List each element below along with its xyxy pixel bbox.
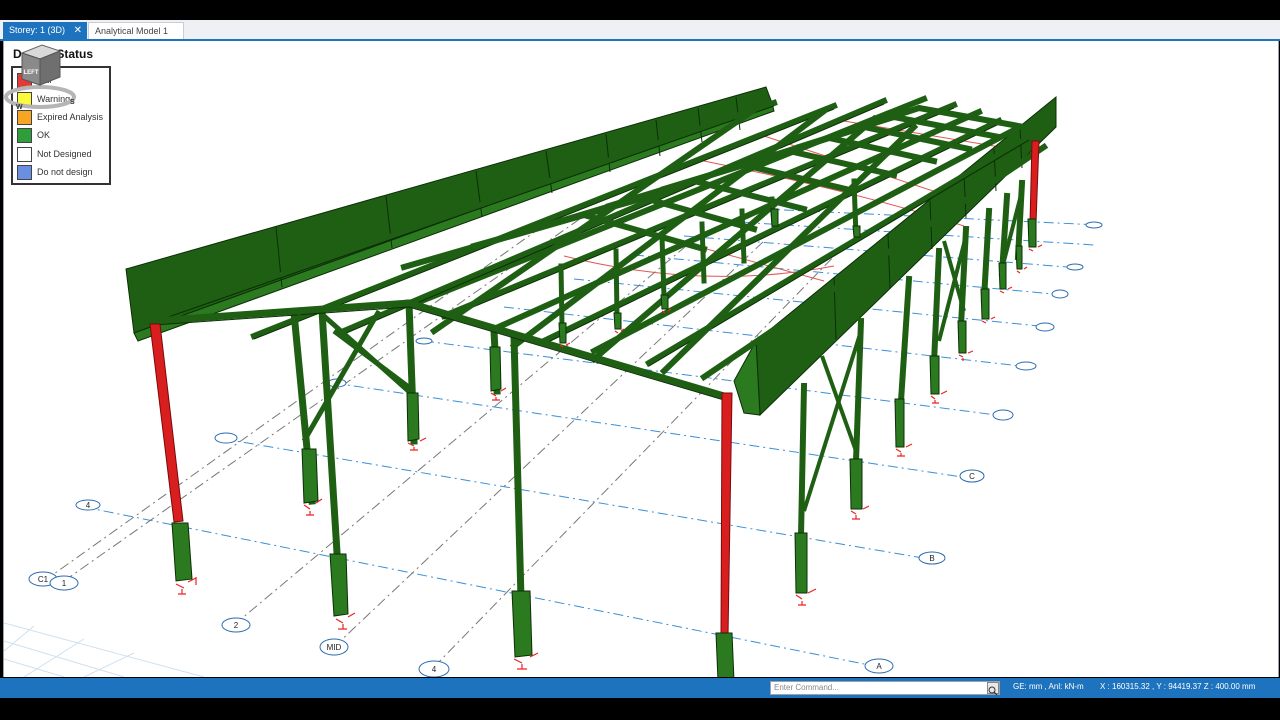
top-black-bar — [0, 0, 1280, 20]
not-designed-swatch — [17, 147, 32, 162]
legend-label: Expired Analysis — [37, 112, 104, 122]
structure-drawing: A B C 1 2 4 MID 4 C1 — [4, 86, 1103, 677]
bottom-black-bar — [0, 698, 1280, 720]
tab-label: Analytical Model 1 — [95, 26, 169, 36]
grid-label-a: A — [876, 662, 882, 671]
units-readout: GE: mm , Anl: kN-m — [1013, 682, 1084, 691]
tab-label: Storey: 1 (3D) — [9, 25, 66, 35]
viewcube-face-label: LEFT — [24, 70, 39, 76]
legend-label: Not Designed — [37, 149, 92, 159]
grid-label-b: B — [929, 554, 934, 563]
grid-label-mid: MID — [327, 643, 342, 652]
status-bar: Enter Command... GE: mm , Anl: kN-m X : … — [0, 678, 1280, 698]
grid-label-4a: 4 — [86, 501, 91, 510]
tab-analytical-model[interactable]: Analytical Model 1 — [88, 22, 184, 39]
do-not-design-swatch — [17, 165, 32, 180]
grid-label-2: 2 — [234, 621, 239, 630]
compass-w-label: W — [16, 104, 23, 111]
legend-label: OK — [37, 130, 51, 140]
ground-grid — [4, 622, 205, 677]
command-input[interactable]: Enter Command... — [770, 681, 1000, 695]
legend-label: Do not design — [37, 167, 93, 177]
document-tab-strip: Storey: 1 (3D) ✕ Analytical Model 1 — [0, 20, 1280, 41]
application-window: Storey: 1 (3D) ✕ Analytical Model 1 A B … — [0, 0, 1280, 720]
grid-label-1: 1 — [62, 579, 67, 588]
tab-storey-3d[interactable]: Storey: 1 (3D) ✕ — [3, 22, 87, 39]
expired-swatch — [17, 110, 32, 125]
ok-swatch — [17, 128, 32, 143]
3d-model-viewport[interactable]: A B C 1 2 4 MID 4 C1 Status Warning Expi… — [3, 41, 1279, 677]
coordinate-readout: X : 160315.32 , Y : 94419.37 Z : 400.00 … — [1100, 682, 1256, 691]
grid-label-4b: 4 — [432, 665, 437, 674]
grid-label-c: C — [969, 472, 975, 481]
grid-label-c1: C1 — [38, 575, 49, 584]
view-cube[interactable]: LEFT W S — [4, 41, 79, 111]
search-icon[interactable] — [987, 682, 999, 696]
front-end-frame — [150, 299, 729, 640]
compass-s-label: S — [70, 99, 75, 106]
close-icon[interactable]: ✕ — [74, 22, 82, 39]
